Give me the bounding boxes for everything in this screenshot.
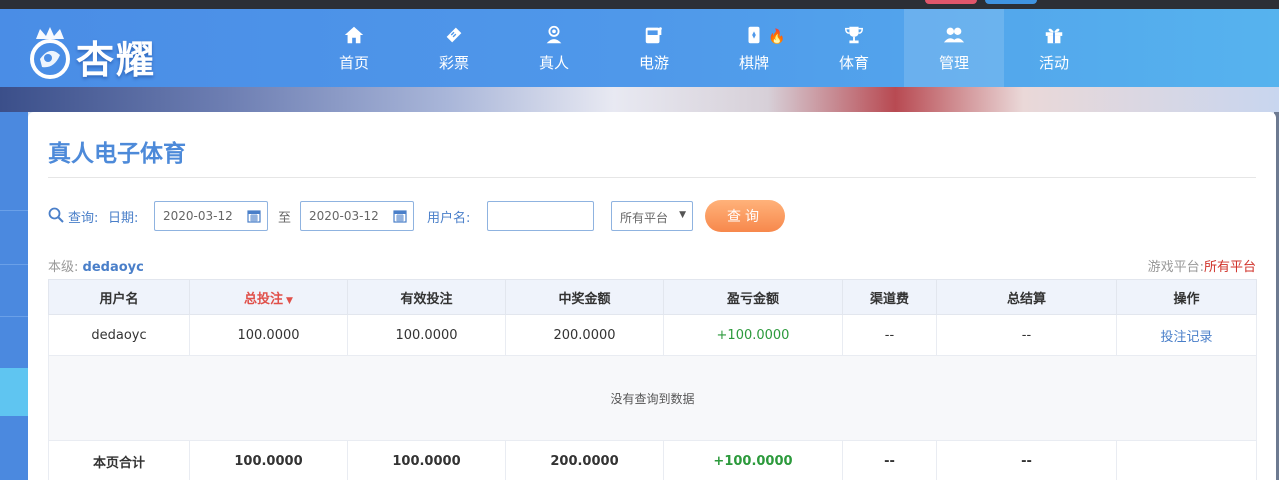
column-header-channel-fee[interactable]: 渠道费 [842, 279, 937, 315]
total-action [1116, 440, 1257, 480]
dropdown-arrow-icon: ▼ [679, 210, 686, 220]
gift-icon [1045, 28, 1063, 44]
table-row: dedaoyc 100.0000 100.0000 200.0000 +100.… [48, 314, 1257, 356]
nav-label: 真人 [538, 54, 569, 72]
page-title: 真人电子体育 [48, 141, 186, 167]
level-label: 本级: [48, 260, 79, 275]
total-profit: +100.0000 [663, 440, 843, 480]
search-icon [48, 207, 64, 223]
nav-item-slots[interactable]: 电游 [604, 9, 704, 87]
date-to-field[interactable]: 2020-03-12 [300, 201, 414, 231]
card-game-icon [748, 26, 760, 44]
live-dealer-icon [546, 25, 562, 44]
empty-message: 没有查询到数据 [48, 355, 1257, 441]
nav-label: 棋牌 [738, 54, 769, 72]
total-row: 本页合计 100.0000 100.0000 200.0000 +100.000… [48, 440, 1257, 480]
date-from-field[interactable]: 2020-03-12 [154, 201, 268, 231]
report-table: 用户名 总投注 ▼ 有效投注 中奖金额 盈亏金额 渠道费 总结算 操作 dedao… [48, 279, 1257, 480]
nav-label: 体育 [838, 54, 869, 72]
column-header-win-amount[interactable]: 中奖金额 [505, 279, 664, 315]
date-label: 日期: [108, 211, 139, 226]
sort-desc-icon: ▼ [286, 295, 293, 306]
main-nav: 首页 彩票 真人 电游 🔥 棋牌 体育 管理 活动 [304, 9, 1104, 87]
nav-label: 管理 [938, 54, 969, 72]
lottery-ticket-icon [446, 27, 462, 43]
crown-crest-icon [30, 27, 70, 79]
total-total-bet: 100.0000 [189, 440, 348, 480]
platform-select-value: 所有平台 [620, 211, 669, 225]
nav-label: 彩票 [438, 54, 469, 72]
cell-username[interactable]: dedaoyc [48, 314, 190, 356]
total-label: 本页合计 [48, 440, 190, 480]
date-range-separator: 至 [278, 211, 292, 226]
column-header-label: 总投注 [244, 291, 284, 307]
users-icon [943, 27, 965, 43]
cell-valid-bet: 100.0000 [347, 314, 506, 356]
calendar-icon[interactable] [393, 209, 407, 223]
trophy-icon [845, 26, 863, 44]
platform-info-value: 所有平台 [1203, 260, 1256, 275]
platform-select[interactable]: 所有平台 ▼ [611, 201, 693, 231]
banner-image [0, 87, 1279, 112]
hot-flame-icon: 🔥 [768, 29, 786, 45]
title-divider [48, 177, 1256, 178]
column-header-action: 操作 [1116, 279, 1257, 315]
header: 杏耀 首页 彩票 真人 电游 🔥 棋牌 体育 管理 活动 [0, 9, 1279, 87]
column-header-valid-bet[interactable]: 有效投注 [347, 279, 506, 315]
platform-info-label: 游戏平台: [1147, 260, 1204, 275]
nav-label: 首页 [338, 54, 369, 72]
total-channel-fee: -- [842, 440, 937, 480]
cell-channel-fee: -- [842, 314, 937, 356]
slot-machine-icon [645, 27, 662, 44]
nav-item-events[interactable]: 活动 [1004, 9, 1104, 87]
cell-total-bet: 100.0000 [189, 314, 348, 356]
nav-item-live[interactable]: 真人 [504, 9, 604, 87]
top-strip [0, 0, 1279, 9]
nav-label: 活动 [1038, 54, 1069, 72]
total-win-amount: 200.0000 [505, 440, 664, 480]
sidebar-divider [0, 264, 28, 265]
date-to-value: 2020-03-12 [309, 209, 379, 223]
column-header-settlement[interactable]: 总结算 [936, 279, 1117, 315]
date-from-value: 2020-03-12 [163, 209, 233, 223]
nav-item-sports[interactable]: 体育 [804, 9, 904, 87]
username-label: 用户名: [427, 211, 471, 226]
calendar-icon[interactable] [247, 209, 261, 223]
empty-row: 没有查询到数据 [48, 355, 1257, 441]
nav-item-manage[interactable]: 管理 [904, 9, 1004, 87]
column-header-total-bet[interactable]: 总投注 ▼ [189, 279, 348, 315]
total-settlement: -- [936, 440, 1117, 480]
home-icon [344, 26, 364, 44]
level-user[interactable]: dedaoyc [83, 260, 144, 275]
sidebar-divider [0, 316, 28, 317]
cell-settlement: -- [936, 314, 1117, 356]
brand-name: 杏耀 [76, 38, 157, 82]
username-input[interactable] [487, 201, 594, 231]
cell-win-amount: 200.0000 [505, 314, 664, 356]
nav-label: 电游 [638, 54, 669, 72]
top-blue-button[interactable] [985, 0, 1037, 4]
top-red-button[interactable] [925, 0, 977, 4]
main-panel: 真人电子体育 查询: 日期: 2020-03-12 至 2020-03-12 用… [28, 112, 1276, 480]
game-platform-info: 游戏平台:所有平台 [1148, 256, 1256, 275]
query-label: 查询: [68, 211, 99, 226]
logo[interactable]: 杏耀 [24, 15, 174, 85]
total-valid-bet: 100.0000 [347, 440, 506, 480]
cell-profit: +100.0000 [663, 314, 843, 356]
current-level: 本级: dedaoyc [48, 256, 144, 275]
sidebar-item-active[interactable] [0, 368, 28, 416]
left-sidebar [0, 112, 28, 480]
nav-item-home[interactable]: 首页 [304, 9, 404, 87]
query-form: 查询: 日期: 2020-03-12 至 2020-03-12 用户名: 所有平… [48, 200, 1256, 232]
table-header-row: 用户名 总投注 ▼ 有效投注 中奖金额 盈亏金额 渠道费 总结算 操作 [48, 279, 1257, 315]
nav-item-lottery[interactable]: 彩票 [404, 9, 504, 87]
sidebar-divider [0, 210, 28, 211]
query-button[interactable]: 查询 [705, 200, 785, 232]
nav-item-cards[interactable]: 🔥 棋牌 [704, 9, 804, 87]
column-header-username[interactable]: 用户名 [48, 279, 190, 315]
bet-record-link[interactable]: 投注记录 [1116, 314, 1257, 356]
column-header-profit[interactable]: 盈亏金额 [663, 279, 843, 315]
